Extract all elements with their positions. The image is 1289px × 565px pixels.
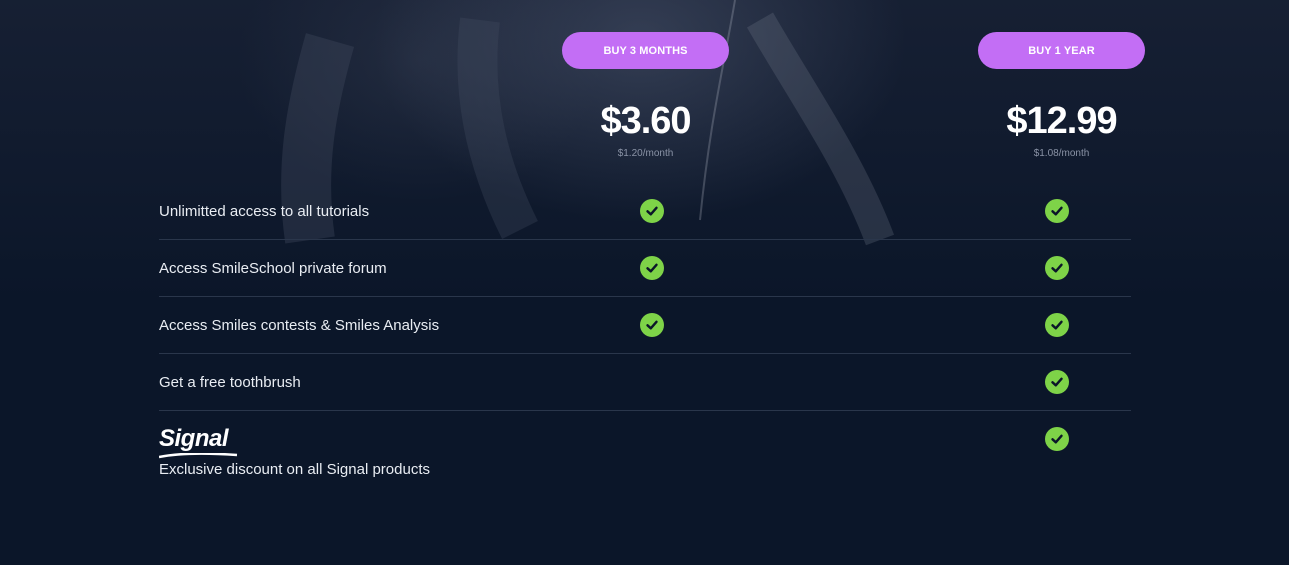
check-circle-icon	[640, 256, 664, 280]
feature-label: Unlimitted access to all tutorials	[159, 203, 370, 220]
check-circle-icon	[1045, 256, 1069, 280]
feature-label: Access SmileSchool private forum	[159, 260, 387, 277]
feature-row: Signal Exclusive discount on all Signal …	[159, 411, 1131, 501]
feature-row: Access SmileSchool private forum	[159, 240, 1131, 297]
signal-logo-swoosh	[159, 453, 238, 459]
feature-label: Access Smiles contests & Smiles Analysis	[159, 317, 440, 334]
price-per-month-1-year: $1.08/month	[1033, 148, 1090, 159]
check-circle-icon	[640, 313, 664, 337]
feature-row: Access Smiles contests & Smiles Analysis	[159, 297, 1131, 354]
price-1-year: $12.99	[1006, 100, 1117, 142]
feature-row: Get a free toothbrush	[159, 354, 1131, 411]
check-circle-icon	[1045, 313, 1069, 337]
buy-3-months-button[interactable]: BUY 3 MONTHS	[562, 32, 729, 69]
check-circle-icon	[1045, 427, 1069, 451]
feature-label: Get a free toothbrush	[159, 374, 301, 391]
price-3-months: $3.60	[600, 100, 691, 142]
feature-row: Unlimitted access to all tutorials	[159, 183, 1131, 240]
price-per-month-3-months: $1.20/month	[617, 148, 674, 159]
signal-logo: Signal	[159, 425, 229, 452]
check-circle-icon	[1045, 199, 1069, 223]
buy-1-year-button[interactable]: BUY 1 YEAR	[978, 32, 1145, 69]
features-table: Unlimitted access to all tutorials Acces…	[159, 183, 1131, 501]
check-circle-icon	[640, 199, 664, 223]
check-circle-icon	[1045, 370, 1069, 394]
feature-label: Exclusive discount on all Signal product…	[159, 461, 430, 478]
